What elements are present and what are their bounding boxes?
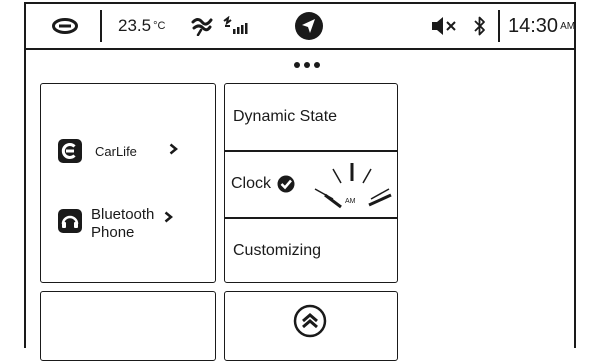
dynamic-state-label: Dynamic State [233, 108, 338, 125]
menu-item-dynamic-state[interactable]: Dynamic State [225, 84, 397, 150]
clock-am-label: AM [345, 198, 356, 205]
clock-widget-icon: AM [311, 159, 393, 218]
page-indicator[interactable] [294, 62, 320, 68]
temperature-unit: °C [153, 20, 166, 32]
navigation-icon[interactable] [294, 4, 324, 48]
phone-label: Phone [91, 224, 135, 241]
carlife-label: CarLife [95, 143, 137, 159]
customizing-label: Customizing [233, 242, 322, 259]
page-dot [304, 62, 310, 68]
brand-logo-icon [52, 4, 78, 48]
checkmark-icon [277, 175, 295, 198]
collapse-up-button[interactable] [293, 304, 327, 343]
double-chevron-up-icon [293, 304, 327, 338]
menu-item-clock[interactable]: Clock AM [225, 151, 397, 217]
page-dot [294, 62, 300, 68]
status-divider [100, 10, 102, 42]
status-divider [498, 10, 500, 42]
carlife-item[interactable]: CarLife [57, 138, 178, 164]
clock-readout: 14:30 AM [508, 4, 575, 48]
menu-item-customizing[interactable]: Customizing [225, 218, 397, 284]
settings-menu-tile: Dynamic State Clock AM Customizing [224, 83, 398, 283]
app-tile-bottom-left[interactable] [40, 291, 216, 361]
temperature-readout: 23.5 °C [118, 4, 165, 48]
time-suffix: AM [560, 20, 576, 32]
app-tile-bottom-middle [224, 291, 398, 361]
status-bar: 23.5 °C 14:30 AM [26, 4, 575, 50]
head-unit-screen: 23.5 °C 14:30 AM CarLife Bluetooth Phone… [24, 2, 576, 361]
wind-icon[interactable] [190, 4, 214, 48]
signal-icon [222, 4, 252, 48]
temperature-value: 23.5 [118, 16, 152, 35]
bluetooth-phone-item[interactable]: Bluetooth Phone [57, 206, 174, 242]
bluetooth-label: Bluetooth [91, 206, 155, 223]
page-dot [314, 62, 320, 68]
mute-icon[interactable] [430, 4, 460, 48]
clock-label: Clock [231, 175, 272, 192]
app-tile-left: CarLife Bluetooth Phone [40, 83, 216, 283]
phone-icon [57, 208, 83, 234]
chevron-right-icon [164, 210, 174, 228]
time-value: 14:30 [508, 14, 559, 37]
carlife-icon [57, 138, 83, 164]
bluetooth-icon [473, 4, 487, 48]
chevron-right-icon [169, 142, 178, 160]
